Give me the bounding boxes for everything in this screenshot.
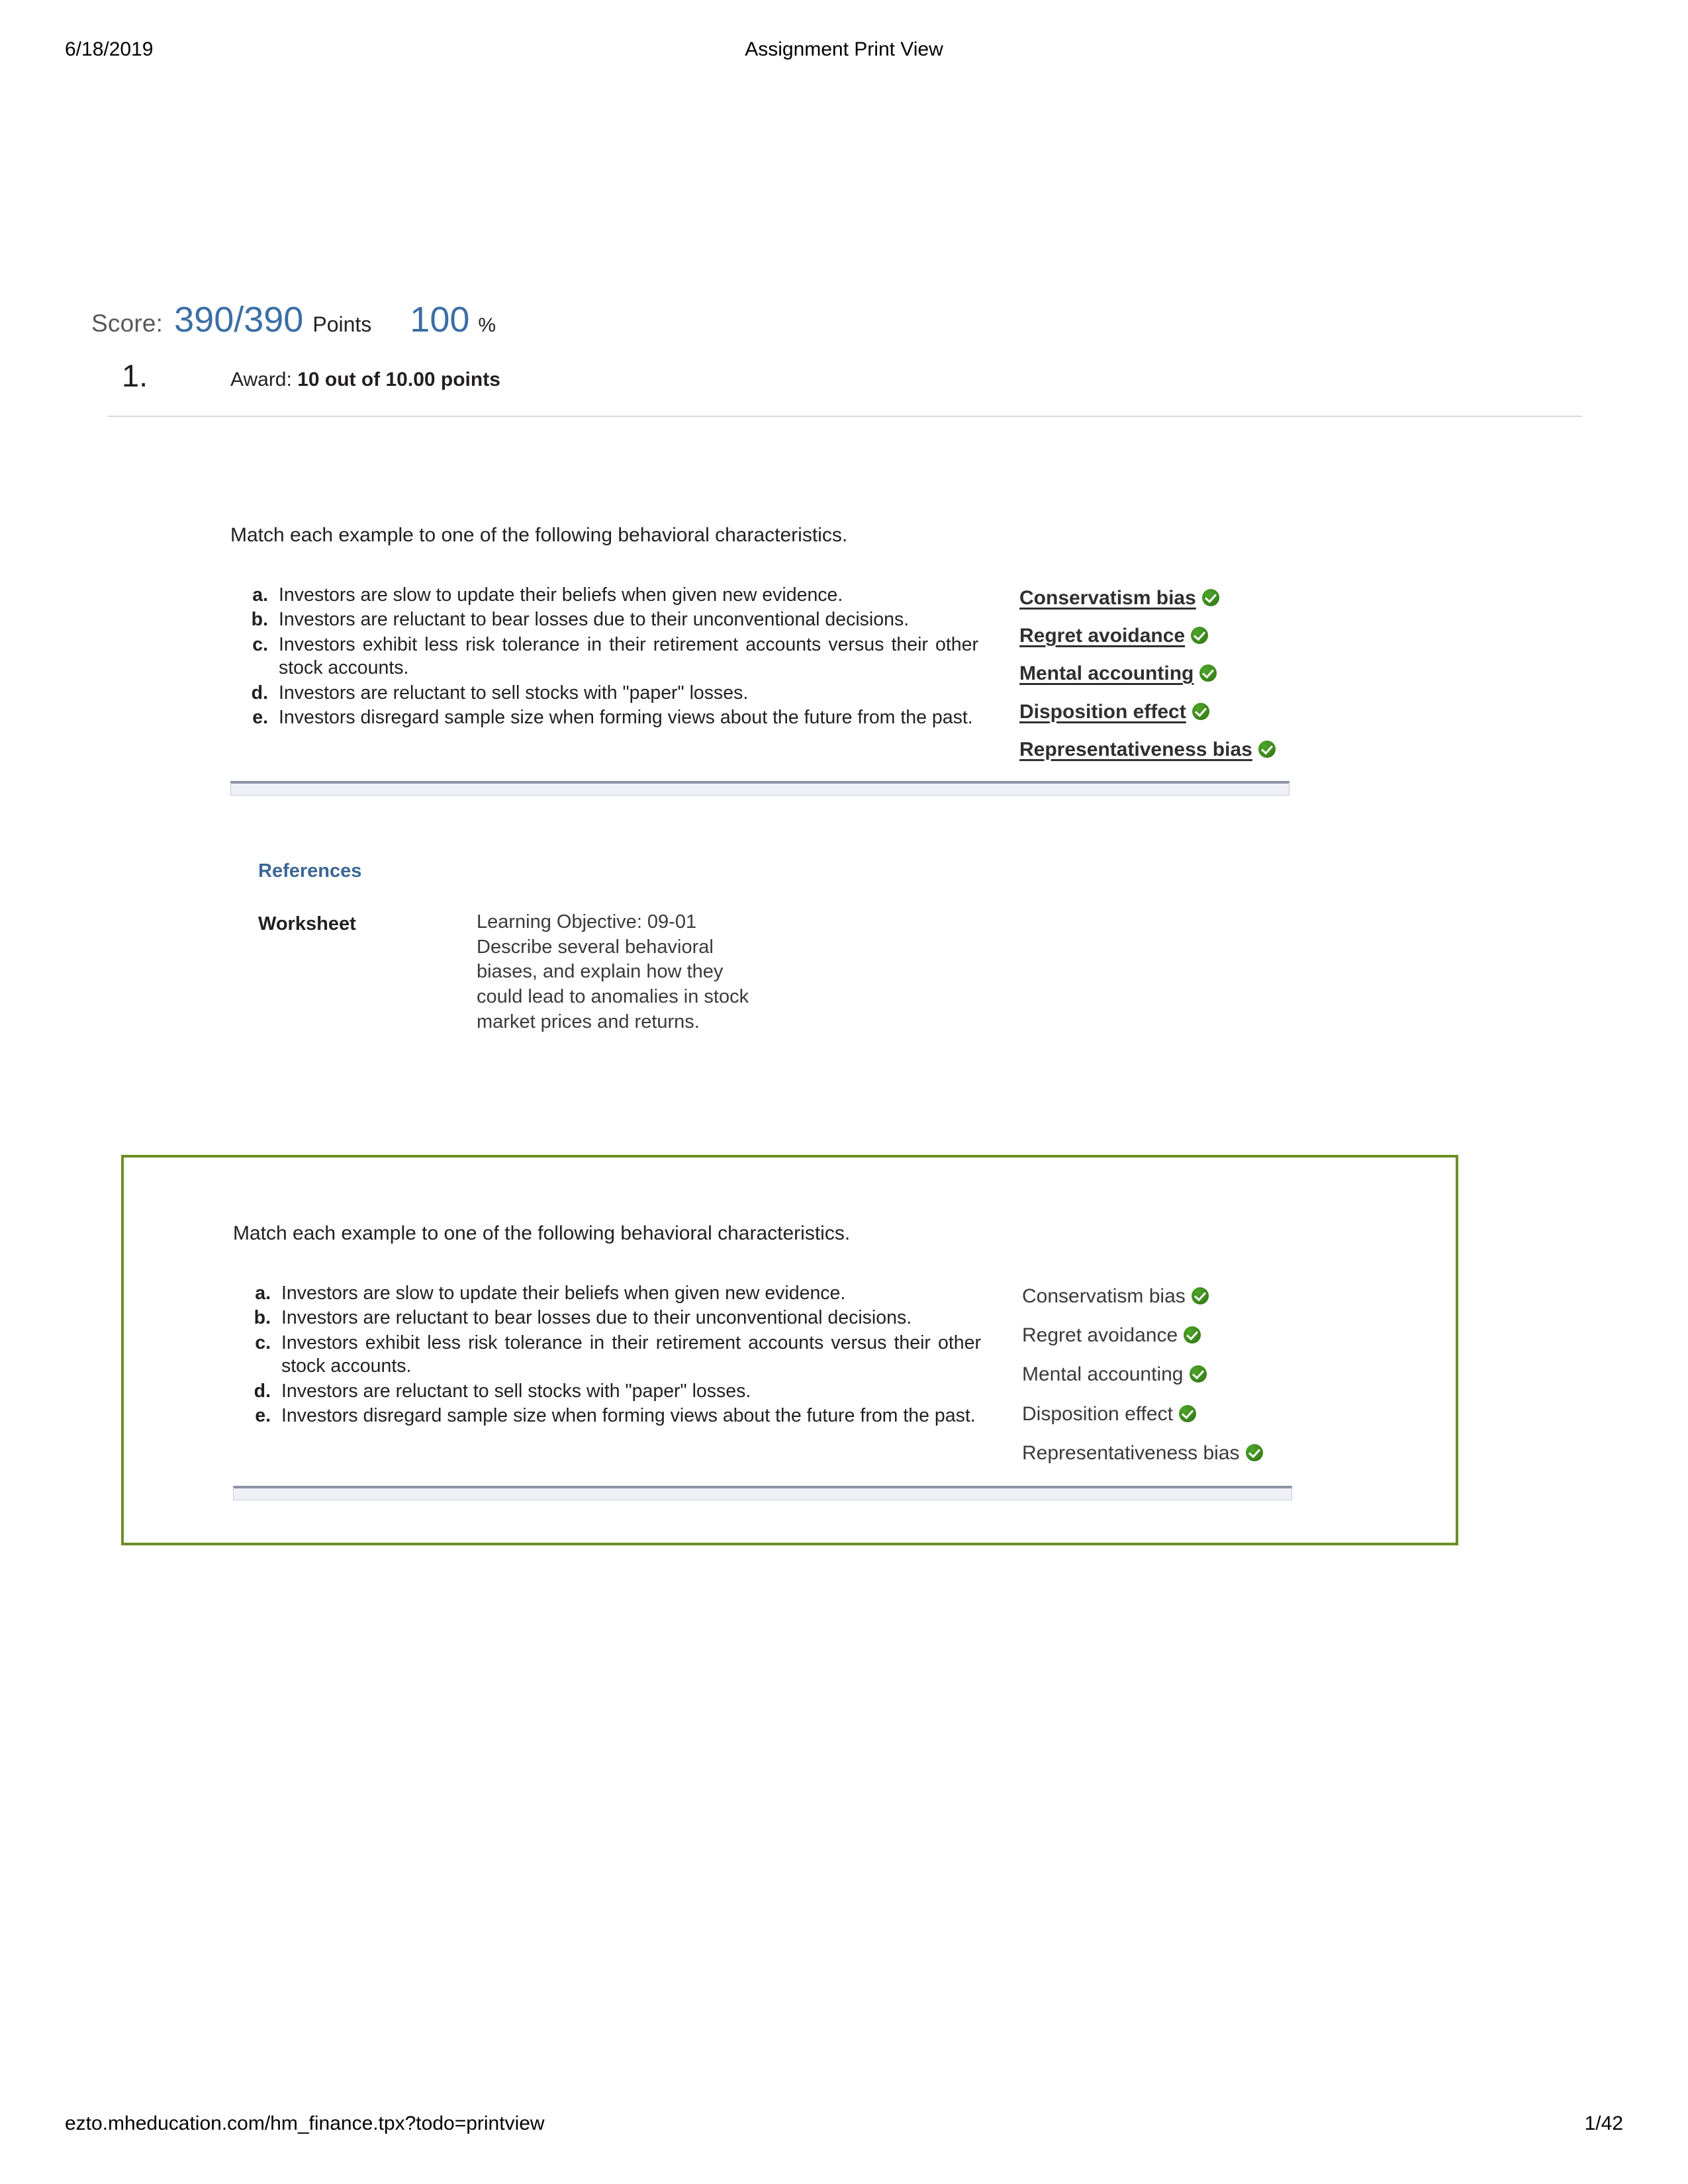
item-marker: c. <box>255 1332 271 1354</box>
page-indicator: 1/42 <box>1584 2113 1623 2134</box>
references-table: Worksheet Learning Objective: 09-01 Desc… <box>258 910 768 1034</box>
green-check-icon <box>1191 626 1209 644</box>
reference-row-value: Learning Objective: 09-01 Describe sever… <box>477 911 749 1032</box>
worksheet-body: Match each example to one of the followi… <box>233 1221 1385 1501</box>
horizontal-scrollbar[interactable] <box>233 1486 1292 1501</box>
green-check-icon <box>1192 702 1209 720</box>
item-marker: c. <box>252 634 268 656</box>
list-item: Regret avoidance <box>1019 624 1331 647</box>
list-item: c. Investors exhibit less risk tolerance… <box>230 633 978 680</box>
list-item: b. Investors are reluctant to bear losse… <box>230 608 978 631</box>
answer-label[interactable]: Mental accounting <box>1019 662 1194 684</box>
item-marker: d. <box>254 1380 271 1402</box>
item-text: Investors are slow to update their belie… <box>279 584 843 606</box>
item-marker: b. <box>251 609 268 631</box>
green-check-icon <box>1258 741 1276 758</box>
list-item: Regret avoidance <box>1022 1324 1353 1347</box>
item-text: Investors disregard sample size when for… <box>279 707 973 729</box>
item-text: Investors are reluctant to sell stocks w… <box>281 1380 751 1402</box>
list-item: Disposition effect <box>1022 1402 1353 1426</box>
print-footer: ezto.mheducation.com/hm_finance.tpx?todo… <box>0 2113 1688 2143</box>
list-item: b. Investors are reluctant to bear losse… <box>233 1306 981 1330</box>
source-url: ezto.mheducation.com/hm_finance.tpx?todo… <box>65 2113 545 2134</box>
green-check-icon <box>1245 1444 1263 1462</box>
worksheet-matching-grid: a. Investors are slow to update their be… <box>233 1282 1385 1481</box>
answer-label[interactable]: Regret avoidance <box>1019 625 1185 647</box>
worksheet-statement-list: a. Investors are slow to update their be… <box>233 1282 981 1428</box>
answer-list: Conservatism bias Regret avoidance Menta… <box>1019 586 1331 762</box>
worksheet-answer-list: Conservatism bias Regret avoidance Menta… <box>1022 1285 1353 1465</box>
worksheet-statements: a. Investors are slow to update their be… <box>233 1282 981 1430</box>
score-percent-unit: % <box>478 314 496 336</box>
list-item: Representativeness bias <box>1022 1441 1353 1465</box>
statement-list: a. Investors are slow to update their be… <box>230 584 978 730</box>
green-check-icon <box>1189 1365 1207 1383</box>
score-label: Score: <box>91 310 164 337</box>
score-points-unit: Points <box>312 312 372 336</box>
answer-label: Regret avoidance <box>1022 1324 1178 1346</box>
list-item: a. Investors are slow to update their be… <box>233 1282 981 1305</box>
item-marker: a. <box>255 1282 271 1304</box>
item-text: Investors are reluctant to bear losses d… <box>279 609 910 631</box>
item-text: Investors exhibit less risk tolerance in… <box>279 634 978 678</box>
answer-label: Disposition effect <box>1022 1402 1173 1425</box>
green-check-icon <box>1191 1287 1209 1304</box>
answer-label: Representativeness bias <box>1022 1442 1240 1465</box>
horizontal-scrollbar[interactable] <box>230 781 1289 796</box>
item-text: Investors are slow to update their belie… <box>281 1282 846 1304</box>
question-prompt: Match each example to one of the followi… <box>230 524 848 546</box>
item-marker: d. <box>251 682 268 704</box>
worksheet-answers: Conservatism bias Regret avoidance Menta… <box>1022 1282 1353 1481</box>
answer-label: Mental accounting <box>1022 1363 1184 1386</box>
matching-statements: a. Investors are slow to update their be… <box>230 584 978 732</box>
worksheet-prompt: Match each example to one of the followi… <box>233 1222 851 1244</box>
green-check-icon <box>1199 664 1217 682</box>
item-marker: e. <box>255 1405 271 1427</box>
list-item: Mental accounting <box>1019 662 1331 685</box>
list-item: e. Investors disregard sample size when … <box>230 706 978 729</box>
score-points-value: 390/390 <box>174 300 304 340</box>
item-marker: a. <box>252 584 268 606</box>
item-text: Investors are reluctant to sell stocks w… <box>279 682 749 704</box>
section-divider <box>107 416 1582 417</box>
print-page: 6/18/2019 Assignment Print View Score: 3… <box>0 0 1688 2184</box>
question-number: 1. <box>122 358 148 393</box>
page-title: Assignment Print View <box>745 38 943 60</box>
item-marker: b. <box>254 1307 271 1329</box>
score-summary: Score: 390/390 Points 100 % <box>91 299 496 340</box>
item-text: Investors are reluctant to bear losses d… <box>281 1307 912 1329</box>
matching-answers: Conservatism bias Regret avoidance Menta… <box>1019 584 1331 776</box>
references-title: References <box>258 860 362 882</box>
reference-row-label: Worksheet <box>258 913 356 934</box>
list-item: Conservatism bias <box>1022 1285 1353 1308</box>
list-item: d. Investors are reluctant to sell stock… <box>230 682 978 705</box>
answer-label[interactable]: Disposition effect <box>1019 701 1186 723</box>
item-text: Investors exhibit less risk tolerance in… <box>281 1332 981 1377</box>
list-item: a. Investors are slow to update their be… <box>230 584 978 607</box>
item-text: Investors disregard sample size when for… <box>281 1405 976 1427</box>
references-heading: References <box>258 860 361 882</box>
item-marker: e. <box>252 707 268 729</box>
score-percent-value: 100 <box>410 300 470 340</box>
list-item: c. Investors exhibit less risk tolerance… <box>233 1332 981 1378</box>
print-header: 6/18/2019 Assignment Print View <box>0 38 1688 71</box>
green-check-icon <box>1178 1404 1196 1422</box>
list-item: Mental accounting <box>1022 1363 1353 1386</box>
list-item: e. Investors disregard sample size when … <box>233 1404 981 1428</box>
answer-label[interactable]: Conservatism bias <box>1019 587 1196 609</box>
list-item: Representativeness bias <box>1019 738 1331 761</box>
worksheet-box: Match each example to one of the followi… <box>121 1155 1458 1545</box>
answer-label: Conservatism bias <box>1022 1285 1186 1307</box>
list-item: d. Investors are reluctant to sell stock… <box>233 1380 981 1403</box>
question-body: Match each example to one of the followi… <box>230 523 1356 796</box>
award-line: Award: 10 out of 10.00 points <box>230 369 500 391</box>
answer-label[interactable]: Representativeness bias <box>1019 739 1252 760</box>
matching-grid: a. Investors are slow to update their be… <box>230 584 1356 776</box>
green-check-icon <box>1184 1326 1201 1343</box>
award-value: 10 out of 10.00 points <box>297 369 500 390</box>
list-item: Disposition effect <box>1019 700 1331 723</box>
list-item: Conservatism bias <box>1019 586 1331 610</box>
award-label: Award: <box>230 369 292 390</box>
green-check-icon <box>1201 588 1219 606</box>
